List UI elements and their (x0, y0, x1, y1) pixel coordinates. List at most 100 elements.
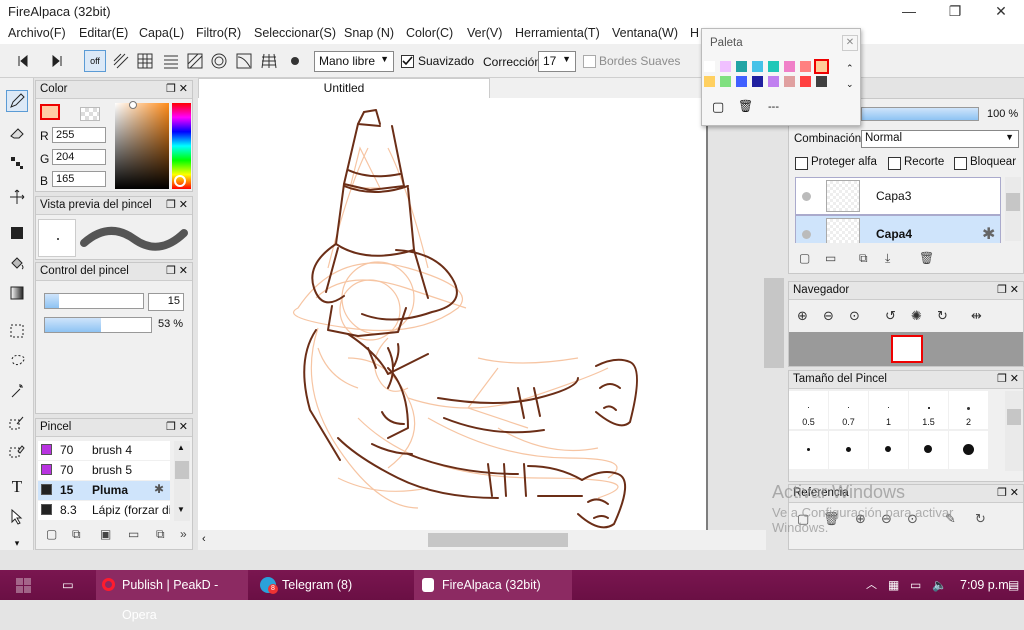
close-panel-icon[interactable]: ✕ (1010, 283, 1019, 296)
g-input[interactable]: 204 (52, 149, 106, 165)
palette-swatch[interactable] (736, 76, 747, 87)
close-panel-icon[interactable]: ✕ (179, 420, 188, 433)
fill-rect-icon[interactable] (6, 222, 28, 244)
brush-size-cell[interactable] (949, 431, 988, 469)
snap-circle-icon[interactable] (208, 50, 230, 72)
tray-network-icon[interactable]: ▦ (888, 570, 899, 600)
snap-parallel-icon[interactable] (110, 50, 132, 72)
trash-icon[interactable]: 🗑 (738, 99, 753, 113)
flip-icon[interactable]: ⇹ (971, 308, 982, 324)
snap-perspective-icon[interactable] (184, 50, 206, 72)
brush-size-cell[interactable] (869, 431, 908, 469)
tray-clock[interactable]: 7:09 p.m. (960, 570, 1012, 600)
palette-swatch[interactable] (784, 61, 795, 72)
dot-icon[interactable] (284, 50, 306, 72)
duplicate-brush-icon[interactable]: ⧉ (72, 527, 81, 542)
menu-ventana[interactable]: Ventana(W) (612, 26, 678, 40)
maximize-panel-icon[interactable]: ❐ (166, 82, 176, 95)
brush-size-cell[interactable] (829, 431, 868, 469)
menu-herramienta[interactable]: Herramienta(T) (515, 26, 600, 40)
palette-swatch[interactable] (720, 61, 731, 72)
saturation-value-picker[interactable] (115, 101, 169, 189)
r-input[interactable]: 255 (52, 127, 106, 143)
palette-swatch[interactable] (752, 61, 763, 72)
operation-icon[interactable] (6, 506, 28, 528)
gradient-icon[interactable] (6, 282, 28, 304)
more-tools-icon[interactable]: ▾ (6, 532, 28, 554)
maximize-panel-icon[interactable]: ❐ (166, 264, 176, 277)
zoom-out-icon[interactable]: ⊖ (823, 308, 834, 324)
menu-ver[interactable]: Ver(V) (467, 26, 502, 40)
vertical-scroll-thumb[interactable] (764, 278, 784, 368)
primary-color-swatch[interactable] (40, 104, 60, 120)
snap-grid-icon[interactable] (134, 50, 156, 72)
protect-alpha-checkbox[interactable] (795, 157, 808, 170)
taskbar-opera[interactable]: Publish | PeakD - Opera (96, 570, 248, 622)
restore-button[interactable]: ❐ (932, 0, 978, 24)
tab-untitled[interactable]: Untitled (198, 78, 490, 98)
brush-item-selected[interactable]: 15 Pluma ✱ (38, 481, 170, 500)
brush-size-scrollbar[interactable] (1005, 391, 1023, 471)
select-eraser-icon[interactable] (6, 440, 28, 462)
palette-down-icon[interactable]: ⌄ (846, 79, 854, 90)
tray-battery-icon[interactable]: ▭ (910, 570, 921, 600)
add-swatch-icon[interactable]: ▢ (712, 99, 724, 115)
navigator-viewport[interactable] (891, 335, 923, 363)
rotate-left-icon[interactable]: ↺ (885, 308, 896, 324)
hue-handle[interactable] (174, 175, 186, 187)
navigator-view[interactable] (789, 332, 1023, 366)
brush-size-cell[interactable] (789, 431, 828, 469)
palette-swatch[interactable] (814, 59, 829, 74)
brush-item[interactable]: 70 brush 5 (38, 461, 170, 480)
layer-item-selected[interactable]: Capa4 ✱ (795, 215, 1001, 243)
brush-size-cell[interactable]: 1 (869, 391, 908, 429)
snap-lines-icon[interactable] (160, 50, 182, 72)
menu-color[interactable]: Color(C) (406, 26, 453, 40)
menu-archivo[interactable]: Archivo(F) (8, 26, 66, 40)
palette-swatch[interactable] (800, 61, 811, 72)
snap-off-button[interactable]: off (84, 50, 106, 72)
palette-swatch[interactable] (768, 76, 779, 87)
reset-rotation-icon[interactable]: ✺ (911, 308, 922, 324)
bucket-icon[interactable] (6, 252, 28, 274)
close-panel-icon[interactable]: ✕ (179, 264, 188, 277)
secondary-color-swatch[interactable] (80, 107, 100, 121)
folder-icon[interactable]: ▭ (128, 527, 139, 541)
horizontal-scroll-thumb[interactable] (428, 533, 568, 547)
new-layer-icon[interactable]: ▢ (799, 251, 810, 265)
trash-icon[interactable]: 🗑 (919, 251, 934, 265)
tray-volume-icon[interactable]: 🔈 (932, 570, 947, 600)
brush-size-slider[interactable] (44, 293, 144, 309)
magic-wand-icon[interactable] (6, 380, 28, 402)
start-button[interactable] (0, 570, 48, 600)
palette-swatch[interactable] (720, 76, 731, 87)
menu-ayuda[interactable]: H (690, 26, 699, 40)
close-panel-icon[interactable]: ✕ (1010, 372, 1019, 385)
eye-icon[interactable] (802, 230, 811, 239)
eraser-icon[interactable] (6, 122, 28, 144)
palette-swatch[interactable] (816, 76, 827, 87)
lock-checkbox[interactable] (954, 157, 967, 170)
layer-scrollbar[interactable] (1005, 177, 1021, 241)
rotate-right-icon[interactable]: ↻ (937, 308, 948, 324)
palette-swatch[interactable] (704, 61, 715, 72)
close-button[interactable]: ✕ (978, 0, 1024, 24)
close-panel-icon[interactable]: ✕ (179, 82, 188, 95)
lasso-icon[interactable] (6, 350, 28, 372)
minimize-button[interactable]: — (886, 0, 932, 24)
snap-curve-icon[interactable] (233, 50, 255, 72)
maximize-panel-icon[interactable]: ❐ (166, 420, 176, 433)
close-panel-icon[interactable]: ✕ (179, 198, 188, 211)
brush-list-scrollbar[interactable]: ▲ ▼ (174, 441, 190, 521)
maximize-panel-icon[interactable]: ❐ (997, 283, 1007, 296)
brush-opacity-slider[interactable] (44, 317, 152, 333)
text-tool-icon[interactable]: T (6, 476, 28, 498)
select-pen-icon[interactable] (6, 412, 28, 434)
maximize-panel-icon[interactable]: ❐ (166, 198, 176, 211)
merge-down-icon[interactable]: ⤓ (885, 251, 890, 266)
layer-item[interactable]: Capa3 (795, 177, 1001, 215)
picker-handle[interactable] (129, 101, 137, 109)
menu-snap[interactable]: Snap (N) (344, 26, 394, 40)
task-view-icon[interactable]: ▭ (62, 570, 82, 600)
palette-swatch[interactable] (768, 61, 779, 72)
